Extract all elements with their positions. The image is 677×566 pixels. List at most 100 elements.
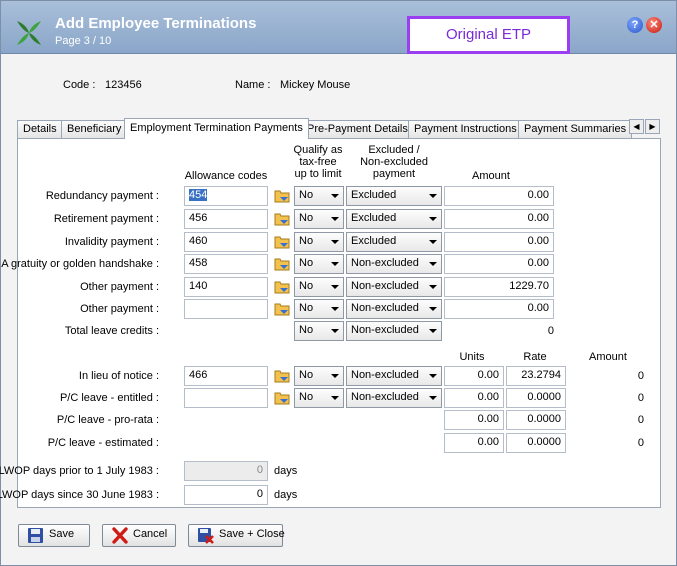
pc-pro-rata-units-input[interactable]: 0.00 xyxy=(444,410,504,430)
in-lieu-lookup-icon[interactable] xyxy=(273,367,291,385)
other-payment-2-amount-input[interactable]: 0.00 xyxy=(444,299,554,319)
redundancy-qualify-select[interactable]: No xyxy=(294,186,344,206)
other-payment-2-qualify-select[interactable]: No xyxy=(294,299,344,319)
tab-pre-payment-details[interactable]: Pre-Payment Details xyxy=(301,120,414,138)
redundancy-lookup-icon[interactable] xyxy=(273,187,291,205)
save-close-icon xyxy=(198,528,214,544)
redundancy-amount-input[interactable]: 0.00 xyxy=(444,186,554,206)
lwop-since-label: LWOP days since 30 June 1983 : xyxy=(0,489,159,501)
qualify-header-line1: Qualify as xyxy=(293,144,343,156)
pc-entitled-qualify-select[interactable]: No xyxy=(294,388,344,408)
help-icon[interactable]: ? xyxy=(627,17,643,33)
lwop-prior-input[interactable]: 0 xyxy=(184,461,268,481)
total-leave-amount: 0 xyxy=(547,325,554,337)
lwop-prior-unit: days xyxy=(274,465,298,477)
allowance-codes-header: Allowance codes xyxy=(184,170,268,182)
pc-leave-estimated-label: P/C leave - estimated : xyxy=(47,437,159,449)
cancel-button[interactable]: Cancel xyxy=(102,524,176,547)
retirement-qualify-select[interactable]: No xyxy=(294,209,344,229)
other-payment-2-code-input[interactable] xyxy=(184,299,268,319)
code-label: Code : xyxy=(63,79,96,91)
invalidity-code-input[interactable]: 460 xyxy=(184,232,268,252)
gratuity-label: A gratuity or golden handshake : xyxy=(1,258,159,270)
excluded-header-line3: payment xyxy=(372,168,416,180)
total-leave-excluded-select[interactable]: Non-excluded xyxy=(346,321,442,341)
pc-estimated-units-input[interactable]: 0.00 xyxy=(444,433,504,453)
tab-scroll-left-icon[interactable]: ◀ xyxy=(629,119,644,134)
add-employee-terminations-window: Add Employee Terminations Page 3 / 10 Or… xyxy=(0,0,677,566)
excluded-header: Excluded / Non-excluded payment xyxy=(356,144,432,180)
retirement-amount-input[interactable]: 0.00 xyxy=(444,209,554,229)
pc-estimated-rate-input[interactable]: 0.0000 xyxy=(506,433,566,453)
close-icon[interactable]: ✕ xyxy=(646,17,662,33)
other-payment-2-label: Other payment : xyxy=(80,303,159,315)
save-button[interactable]: Save xyxy=(18,524,90,547)
other-payment-1-qualify-select[interactable]: No xyxy=(294,277,344,297)
redundancy-payment-label: Redundancy payment : xyxy=(45,190,159,202)
amount-header: Amount xyxy=(472,170,510,182)
invalidity-lookup-icon[interactable] xyxy=(273,233,291,251)
in-lieu-qualify-select[interactable]: No xyxy=(294,366,344,386)
rate-header: Rate xyxy=(523,351,547,363)
tab-scroll-right-icon[interactable]: ▶ xyxy=(645,119,660,134)
lwop-prior-label: LWOP days prior to 1 July 1983 : xyxy=(0,465,159,477)
pc-entitled-lookup-icon[interactable] xyxy=(273,389,291,407)
app-logo-icon xyxy=(17,21,41,45)
invalidity-qualify-select[interactable]: No xyxy=(294,232,344,252)
invalidity-excluded-select[interactable]: Excluded xyxy=(346,232,442,252)
total-leave-credits-label: Total leave credits : xyxy=(64,325,159,337)
in-lieu-units-input[interactable]: 0.00 xyxy=(444,366,504,386)
tab-payment-summaries[interactable]: Payment Summaries xyxy=(518,120,633,138)
floppy-disk-icon xyxy=(28,528,43,543)
invalidity-payment-label: Invalidity payment : xyxy=(64,236,159,248)
pc-pro-rata-rate-input[interactable]: 0.0000 xyxy=(506,410,566,430)
other-payment-2-lookup-icon[interactable] xyxy=(273,300,291,318)
pc-entitled-units-input[interactable]: 0.00 xyxy=(444,388,504,408)
save-close-button-label: Save + Close xyxy=(219,528,285,540)
gratuity-qualify-select[interactable]: No xyxy=(294,254,344,274)
other-payment-1-code-input[interactable]: 140 xyxy=(184,277,268,297)
gratuity-excluded-select[interactable]: Non-excluded xyxy=(346,254,442,274)
gratuity-code-input[interactable]: 458 xyxy=(184,254,268,274)
lwop-since-unit: days xyxy=(274,489,298,501)
retirement-lookup-icon[interactable] xyxy=(273,210,291,228)
other-payment-1-lookup-icon[interactable] xyxy=(273,278,291,296)
redundancy-code-input[interactable]: 454 xyxy=(184,186,268,206)
invalidity-amount-input[interactable]: 0.00 xyxy=(444,232,554,252)
in-lieu-amount: 0 xyxy=(637,370,644,382)
red-x-icon xyxy=(112,527,128,544)
title-bar: Add Employee Terminations Page 3 / 10 Or… xyxy=(1,1,676,54)
tab-employment-termination-payments[interactable]: Employment Termination Payments xyxy=(124,118,309,139)
page-indicator: Page 3 / 10 xyxy=(55,35,112,47)
pc-pro-rata-amount: 0 xyxy=(637,414,644,426)
other-payment-1-excluded-select[interactable]: Non-excluded xyxy=(346,277,442,297)
qualify-header: Qualify as tax-free up to limit xyxy=(290,144,346,180)
tab-payment-instructions[interactable]: Payment Instructions xyxy=(408,120,523,138)
save-close-button[interactable]: Save + Close xyxy=(188,524,285,547)
pc-entitled-rate-input[interactable]: 0.0000 xyxy=(506,388,566,408)
tab-details[interactable]: Details xyxy=(17,120,63,138)
in-lieu-excluded-select[interactable]: Non-excluded xyxy=(346,366,442,386)
redundancy-excluded-select[interactable]: Excluded xyxy=(346,186,442,206)
name-label: Name : xyxy=(235,79,271,91)
gratuity-amount-input[interactable]: 0.00 xyxy=(444,254,554,274)
pc-entitled-excluded-select[interactable]: Non-excluded xyxy=(346,388,442,408)
qualify-header-line2: tax-free xyxy=(299,156,337,168)
tab-beneficiary[interactable]: Beneficiary xyxy=(61,120,128,138)
retirement-code-input[interactable]: 456 xyxy=(184,209,268,229)
etp-panel: Allowance codes Qualify as tax-free up t… xyxy=(0,138,661,508)
in-lieu-rate-input[interactable]: 23.2794 xyxy=(506,366,566,386)
in-lieu-code-input[interactable]: 466 xyxy=(184,366,268,386)
lwop-since-input[interactable]: 0 xyxy=(184,485,268,505)
gratuity-lookup-icon[interactable] xyxy=(273,255,291,273)
other-payment-1-amount-input[interactable]: 1229.70 xyxy=(444,277,554,297)
in-lieu-of-notice-label: In lieu of notice : xyxy=(78,370,159,382)
pc-entitled-amount: 0 xyxy=(637,392,644,404)
other-payment-2-excluded-select[interactable]: Non-excluded xyxy=(346,299,442,319)
retirement-excluded-select[interactable]: Excluded xyxy=(346,209,442,229)
tab-strip: Details Beneficiary Employment Terminati… xyxy=(17,118,663,139)
original-etp-annotation: Original ETP xyxy=(407,16,570,54)
qualify-header-line3: up to limit xyxy=(294,168,342,180)
total-leave-qualify-select[interactable]: No xyxy=(294,321,344,341)
pc-entitled-code-input[interactable] xyxy=(184,388,268,408)
